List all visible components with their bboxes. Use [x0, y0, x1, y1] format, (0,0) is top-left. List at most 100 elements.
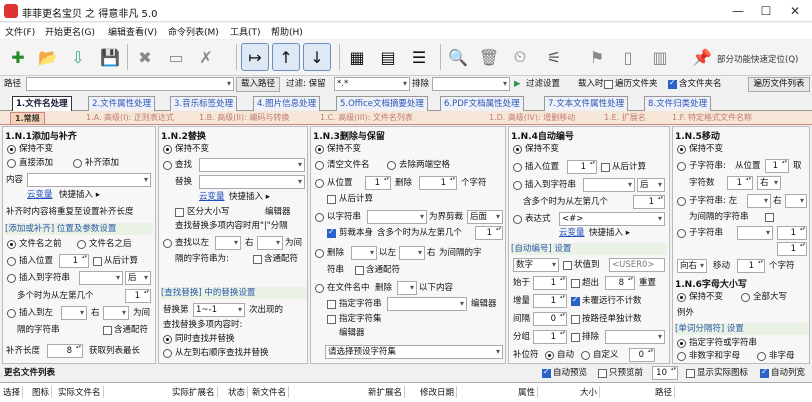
after-select[interactable]: 后 [125, 271, 151, 285]
editor2-button[interactable]: 编辑器 [339, 328, 365, 339]
start-spin[interactable]: 1 [533, 276, 567, 290]
subtab-filelist[interactable]: 1.C. 高级(III): 文件名列表 [316, 112, 417, 125]
col-modified[interactable]: 修改日期 [420, 386, 458, 398]
move-top-icon[interactable]: ↦ [241, 43, 269, 71]
tab-pdf-attr[interactable]: 6.PDF文档属性处理 [440, 96, 524, 111]
tab-filename[interactable]: 1.文件名处理 [12, 96, 72, 111]
left-input[interactable] [747, 194, 771, 208]
before-name-radio[interactable] [7, 240, 16, 249]
editor-button[interactable]: 编辑器 [471, 299, 497, 310]
col-actual-name[interactable]: 实际文件名 [58, 386, 104, 398]
charset-select[interactable]: 请选择预设字符集 [325, 345, 503, 359]
after-name-radio[interactable] [77, 240, 86, 249]
trash-icon[interactable]: 🗑 [475, 43, 503, 71]
col-status[interactable]: 状态 [228, 386, 249, 398]
sliders-icon[interactable]: ⚟ [540, 43, 568, 71]
count-spin[interactable]: 1 [727, 176, 753, 190]
left-input[interactable] [61, 306, 87, 320]
pad-len-spin[interactable]: 8 [47, 344, 83, 358]
col-select[interactable]: 选择 [3, 386, 24, 398]
expr-radio[interactable] [513, 215, 522, 224]
left-input[interactable] [351, 246, 377, 260]
substr-radio[interactable] [677, 162, 686, 171]
from-pos-spin[interactable]: 1 [365, 176, 391, 190]
in-name-radio[interactable] [315, 284, 324, 293]
subtab-regex[interactable]: 1.A. 高级(I): 正则表达式 [82, 112, 178, 125]
ins-str-input[interactable] [79, 271, 123, 285]
doc-icon[interactable]: ▯ [614, 43, 642, 71]
auto-preview-check[interactable] [542, 367, 551, 378]
ins-pos-spin[interactable]: 1 [567, 160, 597, 174]
multi-spin[interactable]: 1 [125, 289, 151, 303]
subtab-special[interactable]: 1.F. 特定格式文件名称 [668, 112, 756, 125]
group-spin[interactable]: 1 [533, 330, 567, 344]
tab-image-info[interactable]: 4.图片信息处理 [253, 96, 321, 111]
minimize-icon[interactable]: — [724, 2, 752, 20]
custom-spin[interactable]: 0 [629, 348, 655, 362]
tab-music-tag[interactable]: 3.音乐标签处理 [170, 96, 238, 111]
replace-input[interactable] [199, 175, 305, 189]
keep-radio[interactable] [677, 145, 686, 154]
content-input[interactable] [27, 173, 151, 187]
quick-insert-link[interactable]: 快捷插入 ▸ [59, 190, 100, 201]
menu-start-rename[interactable]: 开始更名(G) [45, 25, 95, 38]
editor-button[interactable]: 编辑器 [265, 207, 291, 218]
cloud-var-link[interactable]: 云变量 [27, 190, 53, 201]
menu-help[interactable]: 帮助(H) [271, 25, 303, 38]
keep-radio[interactable] [513, 145, 522, 154]
find-left-radio[interactable] [163, 239, 172, 248]
traverse-folder-check[interactable] [604, 80, 613, 89]
ins-str-radio[interactable] [7, 274, 16, 283]
subtab-addmove[interactable]: 1.D. 高级(IV): 增删移动 [485, 112, 579, 125]
exclude-check[interactable] [571, 333, 580, 342]
substr3-input[interactable] [737, 226, 773, 240]
substr3-spin2[interactable]: 1 [777, 242, 807, 256]
from-pos-radio[interactable] [315, 179, 324, 188]
maximize-icon[interactable]: ☐ [752, 2, 780, 20]
wildcard-check[interactable] [103, 326, 112, 335]
substr2-radio[interactable] [677, 197, 686, 206]
search-icon[interactable]: 🔍 [444, 43, 472, 71]
add-folder-icon[interactable]: 📂 [34, 43, 62, 71]
col-attr[interactable]: 属性 [518, 386, 539, 398]
doc2-icon[interactable]: ▥ [646, 43, 674, 71]
direct-add-radio[interactable] [7, 159, 16, 168]
after-select[interactable]: 后面 [467, 210, 503, 224]
grid-icon[interactable]: ▦ [343, 43, 371, 71]
nonnum-radio[interactable] [677, 352, 686, 361]
add-files-icon[interactable]: ✚ [4, 43, 32, 71]
digits-spin[interactable]: 8 [605, 276, 635, 290]
nonchar-radio[interactable] [757, 352, 766, 361]
filter-input[interactable]: *.* [334, 77, 410, 91]
wildcard-check[interactable] [253, 255, 262, 264]
wildcard-check[interactable] [355, 266, 364, 275]
from-end-check[interactable] [93, 257, 102, 266]
trim-radio[interactable] [387, 161, 396, 170]
direction-select[interactable]: 向右 [677, 259, 707, 273]
substr3-radio[interactable] [677, 229, 686, 238]
sequential-radio[interactable] [163, 349, 172, 358]
ins-str-radio[interactable] [513, 181, 522, 190]
preview-only-check[interactable] [598, 369, 607, 378]
save-icon[interactable]: 💾 [96, 43, 124, 71]
case-keep-radio[interactable] [677, 293, 686, 302]
menu-command-list[interactable]: 命令列表(M) [168, 25, 219, 38]
substr3-spin[interactable]: 1 [777, 226, 807, 240]
ins-pos-radio[interactable] [513, 163, 522, 172]
ins-pos-spin[interactable]: 1 [59, 254, 89, 268]
ins-to-radio[interactable] [7, 309, 16, 318]
subtab-extension[interactable]: 1.E. 扩展名 [600, 112, 650, 125]
traverse-list-button[interactable]: 遍历文件列表 [748, 77, 810, 92]
clear-icon[interactable]: ▭ [162, 43, 190, 71]
right-input[interactable] [785, 194, 807, 208]
quick-insert-link[interactable]: 快捷插入 ▸ [589, 228, 630, 239]
cloud-var-link[interactable]: 云变量 [559, 228, 585, 239]
pin-icon[interactable]: 📌 [688, 43, 716, 71]
expr-input[interactable]: <#> [559, 212, 665, 226]
right-input[interactable] [257, 236, 283, 250]
col-actual-ext[interactable]: 实际扩展名 [172, 386, 218, 398]
path-input[interactable] [26, 77, 234, 91]
rep-n-input[interactable]: 1~-1 [193, 303, 245, 317]
tab-text-attr[interactable]: 7.文本文件属性处理 [544, 96, 629, 111]
subtab-encoding[interactable]: 1.B. 高级(II): 编码与转换 [195, 112, 293, 125]
